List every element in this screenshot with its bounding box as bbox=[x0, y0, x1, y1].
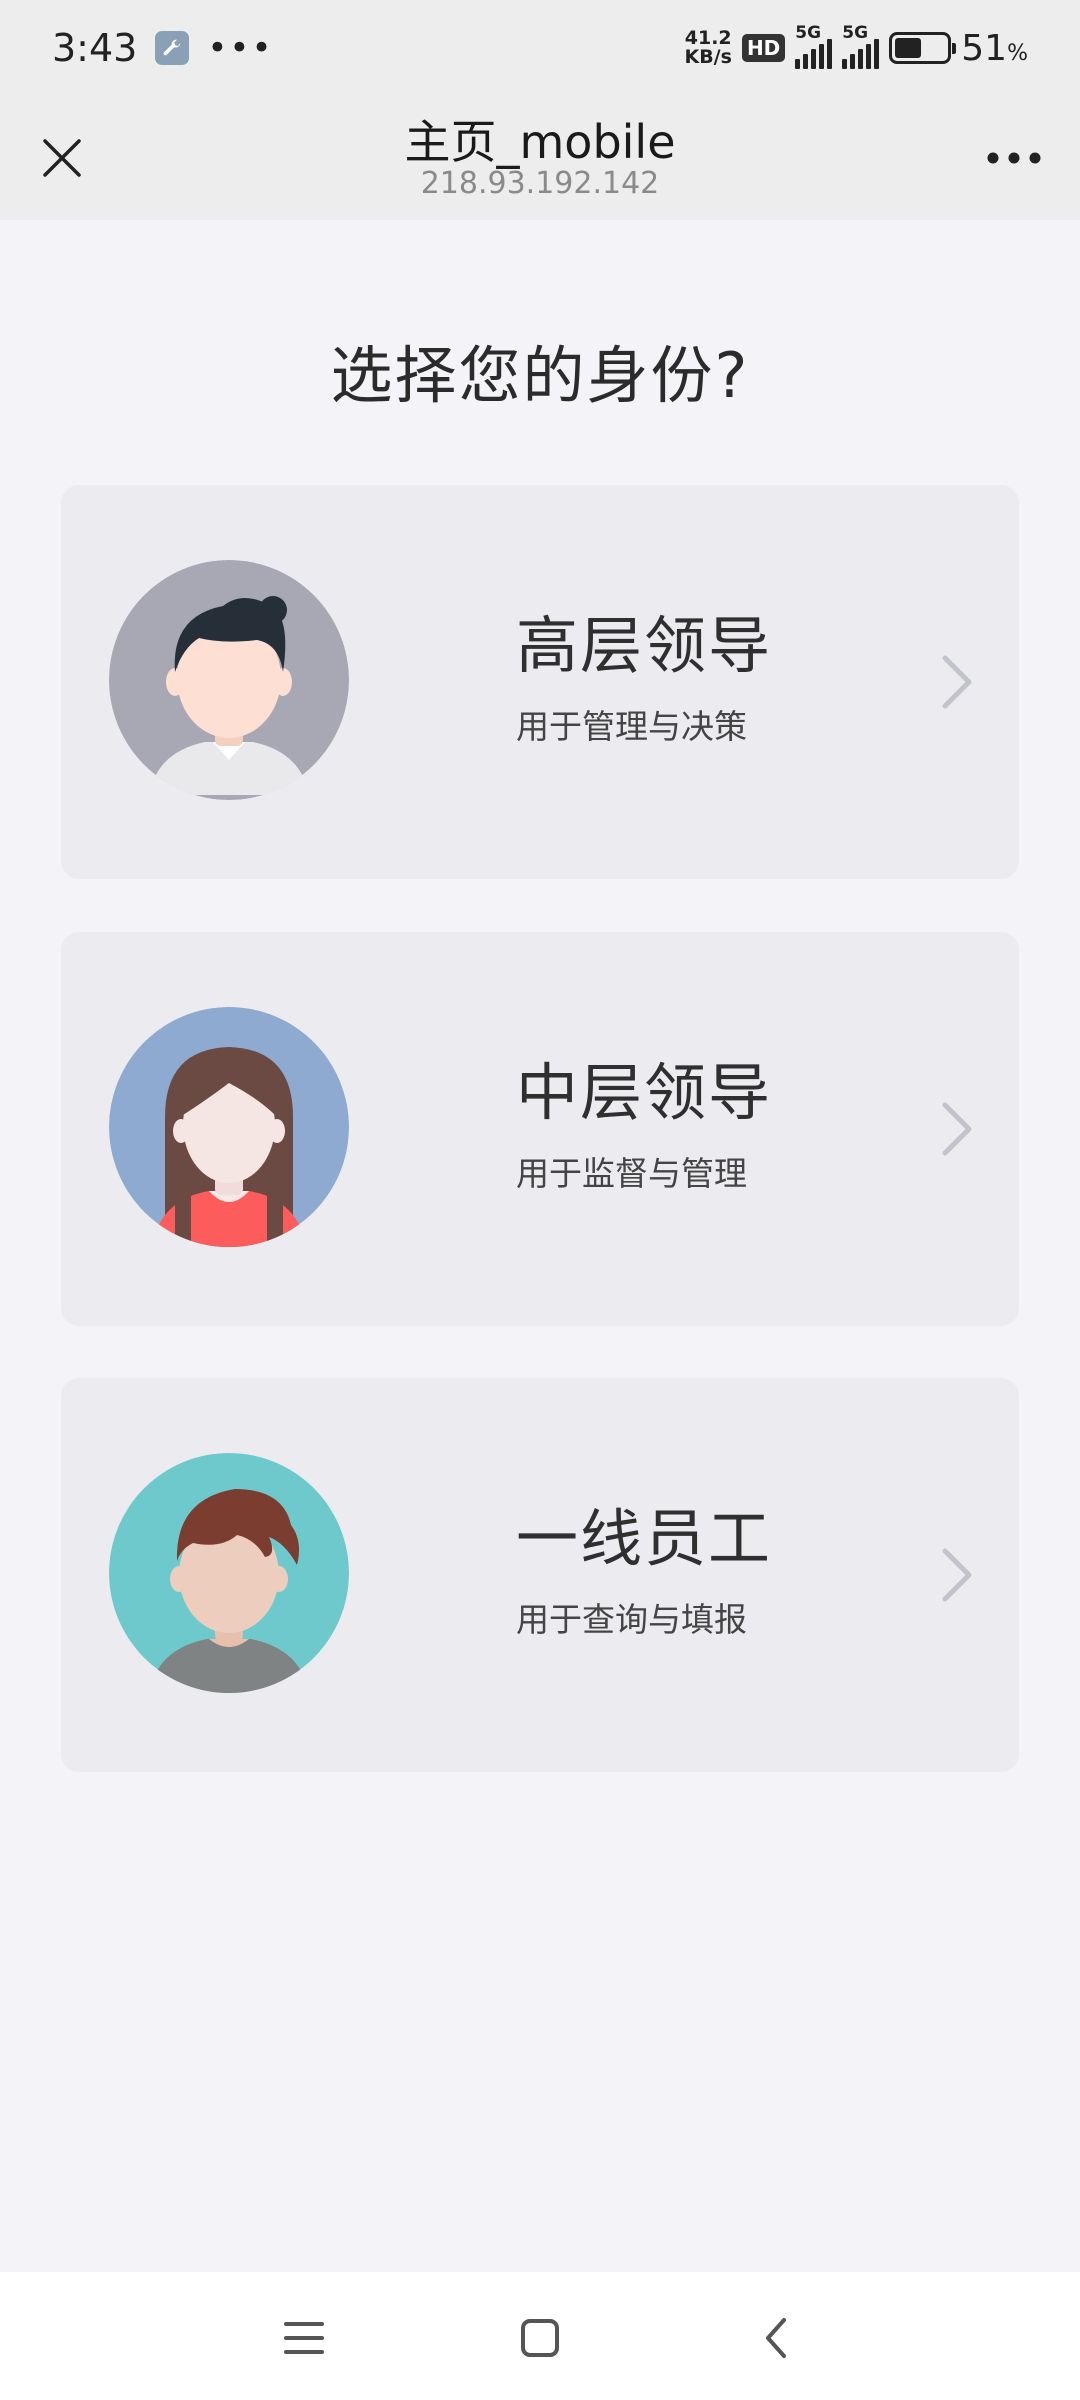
role-description: 用于管理与决策 bbox=[516, 707, 747, 746]
role-description: 用于监督与管理 bbox=[516, 1154, 747, 1193]
role-description: 用于查询与填报 bbox=[516, 1600, 747, 1639]
home-button[interactable] bbox=[512, 2310, 568, 2366]
role-card-senior-leader[interactable]: 高层领导 用于管理与决策 bbox=[61, 485, 1019, 879]
menu-icon bbox=[284, 2322, 324, 2354]
more-options-button[interactable] bbox=[972, 126, 1056, 190]
chevron-right-icon bbox=[942, 1102, 972, 1156]
battery-percentage: 51% bbox=[961, 27, 1028, 69]
status-bar: 3:43 ••• 41.2 KB/s HD 5G 5G 51% bbox=[0, 0, 1080, 96]
identity-heading: 选择您的身份? bbox=[330, 339, 750, 412]
back-button[interactable] bbox=[748, 2310, 804, 2366]
battery-level bbox=[895, 38, 921, 58]
app-header: 主页_mobile 218.93.192.142 bbox=[0, 96, 1080, 220]
chevron-right-icon bbox=[942, 1548, 972, 1602]
page-url: 218.93.192.142 bbox=[420, 166, 660, 201]
system-nav-bar bbox=[0, 2272, 1080, 2400]
menu-button[interactable] bbox=[276, 2310, 332, 2366]
battery-icon bbox=[889, 32, 957, 64]
network-speed: 41.2 KB/s bbox=[684, 27, 732, 68]
role-card-middle-leader[interactable]: 中层领导 用于监督与管理 bbox=[61, 932, 1019, 1326]
page-title: 主页_mobile bbox=[404, 115, 676, 169]
signal-icon-1: 5G bbox=[795, 23, 833, 69]
wrench-icon bbox=[155, 31, 190, 65]
signal-icon-2: 5G bbox=[842, 23, 880, 69]
male-manager-avatar-icon bbox=[109, 560, 349, 800]
more-dots-icon bbox=[987, 152, 1041, 164]
role-title: 高层领导 bbox=[516, 609, 773, 682]
status-time: 3:43 bbox=[52, 26, 138, 70]
home-square-icon bbox=[521, 2319, 559, 2357]
hd-badge: HD bbox=[741, 34, 786, 62]
employee-avatar-icon bbox=[109, 1453, 349, 1693]
role-title: 一线员工 bbox=[516, 1502, 773, 1575]
chevron-right-icon bbox=[942, 655, 972, 709]
role-card-frontline-employee[interactable]: 一线员工 用于查询与填报 bbox=[61, 1378, 1019, 1772]
female-manager-avatar-icon bbox=[109, 1007, 349, 1247]
back-chevron-icon bbox=[766, 2318, 786, 2358]
role-title: 中层领导 bbox=[516, 1056, 773, 1129]
more-notifications-icon: ••• bbox=[207, 28, 274, 68]
